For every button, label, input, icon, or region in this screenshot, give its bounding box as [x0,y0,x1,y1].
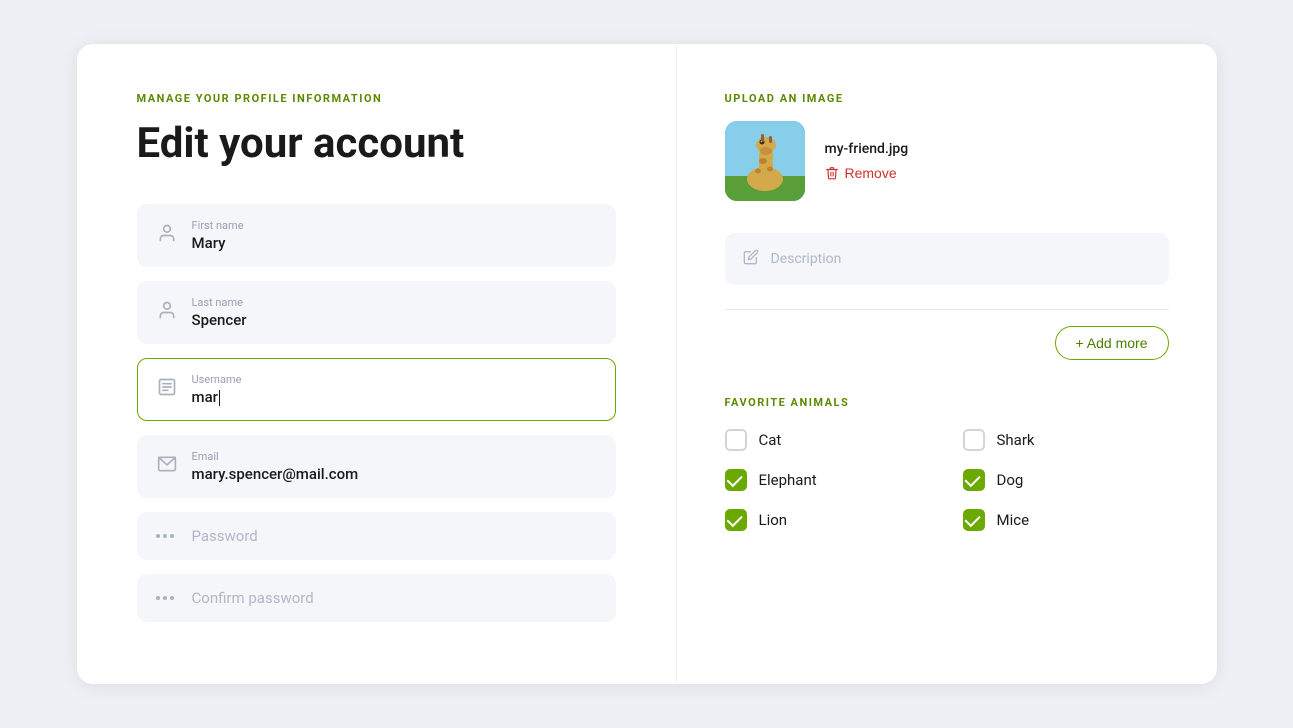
username-field[interactable]: Username mar [137,358,616,421]
animal-item[interactable]: Shark [963,429,1169,451]
page-title: Edit your account [137,121,616,167]
last-name-field[interactable]: Last name Spencer [137,281,616,344]
add-more-button[interactable]: + Add more [1055,326,1169,360]
first-name-value: Mary [192,234,244,252]
animal-checkbox[interactable] [725,469,747,491]
first-name-content: First name Mary [192,219,244,252]
animal-item[interactable]: Dog [963,469,1169,491]
confirm-password-content: Confirm password [192,589,314,607]
password-content: Password [192,527,258,545]
username-content: Username mar [192,373,242,406]
description-field[interactable]: Description [725,233,1169,285]
password-field[interactable]: Password [137,512,616,560]
left-panel: MANAGE YOUR PROFILE INFORMATION Edit you… [77,44,677,683]
username-value: mar [192,388,242,406]
upload-section-label: UPLOAD AN IMAGE [725,92,1169,105]
last-name-value: Spencer [192,311,247,329]
image-row: my-friend.jpg Remove [725,121,1169,201]
email-label: Email [192,450,359,463]
animal-name: Dog [997,471,1024,489]
right-panel: UPLOAD AN IMAGE [677,44,1217,683]
first-name-label: First name [192,219,244,232]
animal-name: Cat [759,431,782,449]
animal-name: Shark [997,431,1035,449]
text-cursor [219,390,221,406]
confirm-password-placeholder: Confirm password [192,589,314,607]
image-info: my-friend.jpg Remove [825,141,909,181]
animal-item[interactable]: Cat [725,429,931,451]
password-placeholder: Password [192,527,258,545]
email-field[interactable]: Email mary.spencer@mail.com [137,435,616,498]
upload-section: UPLOAD AN IMAGE [725,92,1169,201]
section-label-profile: MANAGE YOUR PROFILE INFORMATION [137,92,616,105]
confirm-password-field[interactable]: Confirm password [137,574,616,622]
email-value: mary.spencer@mail.com [192,465,359,483]
user-icon-2 [156,300,178,325]
dots-confirm-icon [156,596,178,600]
animal-item[interactable]: Lion [725,509,931,531]
animal-checkbox[interactable] [725,429,747,451]
last-name-content: Last name Spencer [192,296,247,329]
first-name-field[interactable]: First name Mary [137,204,616,267]
animal-checkbox[interactable] [963,509,985,531]
animal-name: Mice [997,511,1030,529]
dots-password-icon [156,534,178,538]
animals-section-label: FAVORITE ANIMALS [725,396,1169,409]
email-content: Email mary.spencer@mail.com [192,450,359,483]
image-filename: my-friend.jpg [825,141,909,157]
animal-name: Elephant [759,471,817,489]
pencil-icon [743,249,759,269]
animal-checkbox[interactable] [725,509,747,531]
description-placeholder: Description [771,251,842,267]
animals-grid: Cat Shark Elephant Dog Lion Mice [725,429,1169,531]
remove-button[interactable]: Remove [825,165,909,181]
email-icon [156,454,178,479]
document-icon [156,377,178,402]
animal-name: Lion [759,511,788,529]
animal-item[interactable]: Elephant [725,469,931,491]
add-more-row: + Add more [725,309,1169,360]
last-name-label: Last name [192,296,247,309]
animals-section: FAVORITE ANIMALS Cat Shark Elephant Dog Lion… [725,396,1169,531]
user-icon [156,223,178,248]
trash-icon [825,165,839,181]
main-card: MANAGE YOUR PROFILE INFORMATION Edit you… [77,44,1217,683]
animal-checkbox[interactable] [963,469,985,491]
animal-item[interactable]: Mice [963,509,1169,531]
avatar [725,121,805,201]
animal-checkbox[interactable] [963,429,985,451]
username-label: Username [192,373,242,386]
